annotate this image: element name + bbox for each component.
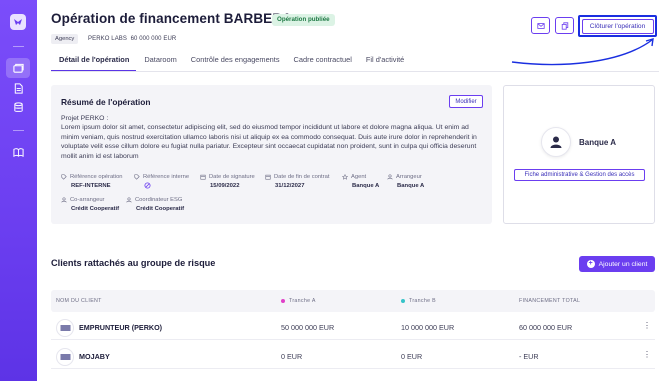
tab-commitments[interactable]: Contrôle des engagements bbox=[191, 53, 280, 71]
meta-signature-date-value: 15/09/2022 bbox=[210, 183, 240, 189]
tab-operation-detail[interactable]: Détail de l'opération bbox=[51, 53, 137, 71]
operation-subinfo: PERKO LABS 60 000 000 EUR bbox=[88, 34, 176, 44]
tag-icon bbox=[134, 174, 140, 180]
tranche-a-value: 0 EUR bbox=[281, 352, 303, 361]
column-header-tranche-a: Tranche A bbox=[281, 298, 316, 304]
project-label: Projet PERKO : bbox=[61, 115, 109, 122]
client-logo-icon bbox=[60, 354, 70, 360]
sidebar-item-guide[interactable] bbox=[6, 142, 30, 162]
user-icon bbox=[126, 197, 132, 203]
meta-ref-interne-value bbox=[144, 182, 151, 191]
user-icon bbox=[550, 136, 562, 148]
user-icon bbox=[61, 197, 67, 203]
sidebar-item-documents[interactable] bbox=[6, 78, 30, 98]
meta-ref-operation-value: REF-INTERNE bbox=[71, 183, 111, 189]
summary-description: Lorem ipsum dolor sit amet, consectetur … bbox=[61, 124, 477, 160]
bank-admin-button[interactable]: Fiche administrative & Gestion des accès bbox=[514, 169, 645, 181]
meta-arrangeur: Arrangeur bbox=[387, 174, 422, 180]
meta-esg-coordinator: Coordinateur ESG bbox=[126, 197, 182, 203]
agency-badge: Agency bbox=[51, 34, 79, 44]
mail-icon bbox=[536, 22, 545, 29]
meta-signature-date: Date de signature bbox=[200, 174, 255, 180]
book-icon bbox=[12, 147, 24, 157]
client-logo-icon bbox=[60, 325, 70, 331]
database-icon bbox=[13, 101, 23, 112]
summary-title: Résumé de l'opération bbox=[61, 97, 151, 107]
folders-icon bbox=[12, 63, 24, 73]
status-badge: Opération publiée bbox=[272, 14, 335, 26]
page-title: Opération de financement BARBERA bbox=[51, 11, 292, 26]
meta-agent-value: Banque A bbox=[352, 183, 380, 189]
sidebar-item-database[interactable] bbox=[6, 97, 30, 117]
clients-title: Clients rattachés au groupe de risque bbox=[51, 258, 216, 268]
close-operation-button[interactable]: Clôturer l'opération bbox=[578, 15, 657, 37]
total-value: 60 000 000 EUR bbox=[519, 323, 573, 332]
user-icon bbox=[387, 174, 393, 180]
meta-end-date-value: 31/12/2027 bbox=[275, 183, 305, 189]
tranche-a-value: 50 000 000 EUR bbox=[281, 323, 335, 332]
row-menu-icon[interactable]: ⋮ bbox=[643, 350, 651, 359]
copy-icon bbox=[561, 21, 568, 30]
sidebar-item-operations[interactable] bbox=[6, 58, 30, 78]
calendar-icon bbox=[265, 174, 271, 180]
sidebar-divider bbox=[13, 130, 24, 131]
bank-card: Banque A Fiche administrative & Gestion … bbox=[503, 85, 655, 224]
sidebar bbox=[0, 0, 37, 381]
tab-contract[interactable]: Cadre contractuel bbox=[294, 53, 352, 71]
column-header-tranche-b: Tranche B bbox=[401, 298, 436, 304]
meta-ref-interne: Référence interne bbox=[134, 174, 189, 180]
operation-amount: 60 000 000 EUR bbox=[130, 36, 177, 42]
tab-dataroom[interactable]: Dataroom bbox=[144, 53, 176, 71]
column-header-total: FINANCEMENT TOTAL bbox=[519, 298, 581, 304]
mail-button[interactable] bbox=[531, 17, 550, 34]
bank-avatar bbox=[541, 127, 571, 157]
close-operation-label: Clôturer l'opération bbox=[581, 18, 654, 34]
meta-end-date: Date de fin de contrat bbox=[265, 174, 329, 180]
meta-arrangeur-value: Banque A bbox=[397, 183, 425, 189]
star-icon bbox=[342, 174, 348, 180]
meta-ref-operation: Référence opération bbox=[61, 174, 123, 180]
tag-icon bbox=[61, 174, 67, 180]
meta-co-arrangeur-value: Crédit Cooperatif bbox=[71, 206, 120, 212]
client-logo bbox=[56, 348, 74, 366]
tranche-a-dot bbox=[281, 299, 285, 303]
summary-card: Résumé de l'opération Modifier Projet PE… bbox=[51, 85, 492, 224]
no-value-icon bbox=[144, 182, 151, 189]
sidebar-divider bbox=[13, 46, 24, 47]
tabs-divider bbox=[51, 71, 659, 72]
calendar-icon bbox=[200, 174, 206, 180]
highlight-arrow bbox=[511, 38, 654, 66]
modify-button[interactable]: Modifier bbox=[449, 95, 483, 108]
tranche-b-value: 10 000 000 EUR bbox=[401, 323, 455, 332]
add-client-label: Ajouter un client bbox=[598, 260, 648, 268]
table-header: NOM DU CLIENT Tranche A Tranche B FINANC… bbox=[51, 290, 655, 312]
company-name: PERKO LABS bbox=[88, 36, 128, 42]
meta-esg-coordinator-value: Crédit Cooperatif bbox=[136, 206, 185, 212]
column-header-name: NOM DU CLIENT bbox=[56, 298, 102, 304]
meta-co-arrangeur: Co-arrangeur bbox=[61, 197, 104, 203]
meta-agent: Agent bbox=[342, 174, 366, 180]
tranche-b-dot bbox=[401, 299, 405, 303]
total-value: - EUR bbox=[519, 352, 539, 361]
table-row[interactable]: MOJABY 0 EUR 0 EUR - EUR ⋮ bbox=[51, 343, 655, 369]
copy-button[interactable] bbox=[555, 17, 574, 34]
tab-bar: Détail de l'opération Dataroom Contrôle … bbox=[51, 53, 418, 71]
app-logo[interactable] bbox=[10, 14, 26, 30]
plus-icon: + bbox=[586, 260, 595, 268]
client-logo bbox=[56, 319, 74, 337]
client-name: EMPRUNTEUR (PERKO) bbox=[79, 323, 163, 332]
tranche-b-value: 0 EUR bbox=[401, 352, 423, 361]
document-icon bbox=[14, 82, 23, 94]
tab-activity[interactable]: Fil d'activité bbox=[366, 53, 404, 71]
add-client-button[interactable]: + Ajouter un client bbox=[579, 256, 655, 272]
bank-name: Banque A bbox=[579, 138, 617, 147]
row-menu-icon[interactable]: ⋮ bbox=[643, 321, 651, 330]
table-row[interactable]: EMPRUNTEUR (PERKO) 50 000 000 EUR 10 000… bbox=[51, 314, 655, 340]
client-name: MOJABY bbox=[79, 352, 110, 361]
